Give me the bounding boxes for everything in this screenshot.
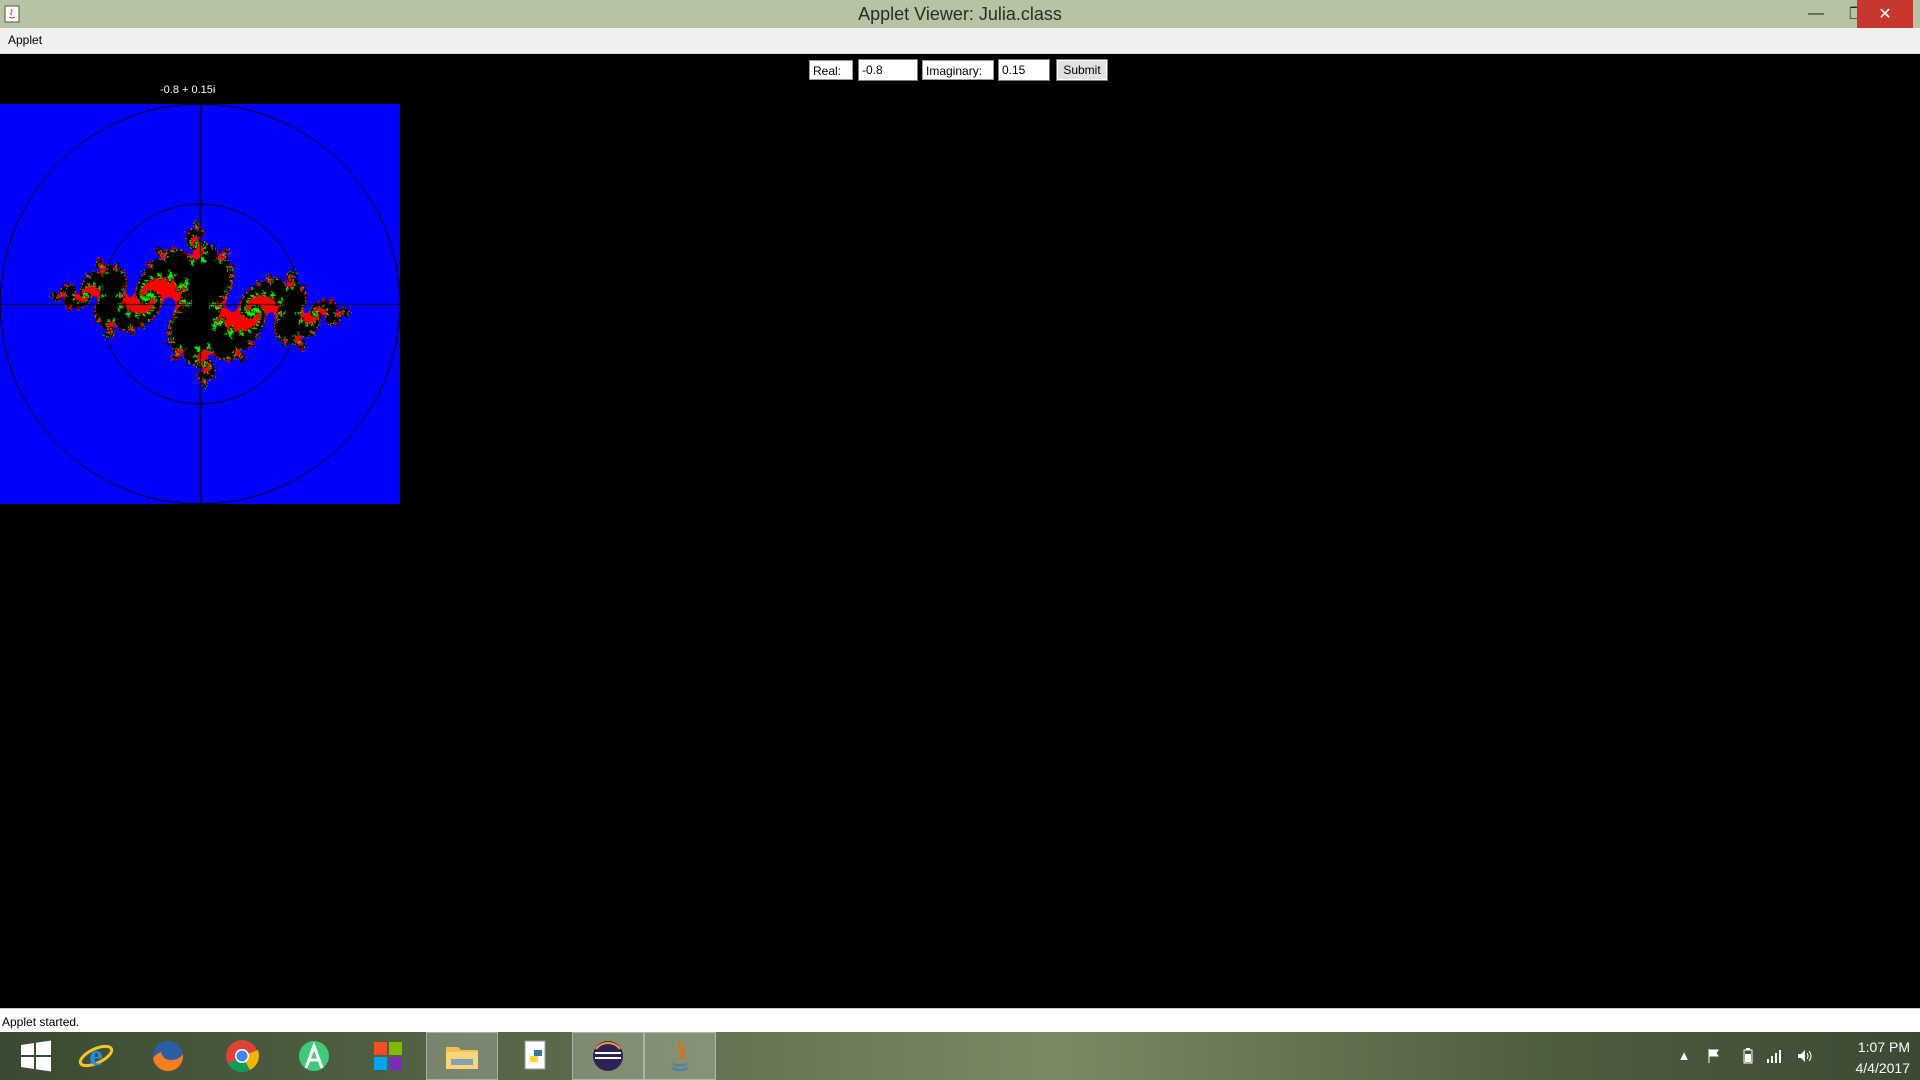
menu-bar: Applet [0,28,1920,54]
firefox-icon[interactable] [132,1032,204,1080]
internet-explorer-icon[interactable]: e [60,1032,132,1080]
java-icon[interactable] [644,1032,716,1080]
volume-icon[interactable] [1796,1048,1812,1064]
real-label: Real: [809,60,853,80]
clock-date[interactable]: 4/4/2017 [1820,1060,1911,1076]
clock-time[interactable]: 1:07 PM [1820,1039,1910,1055]
minimize-button[interactable]: — [1796,0,1836,28]
file-explorer-icon[interactable] [426,1032,498,1080]
windows-store-icon[interactable] [352,1032,424,1080]
chrome-icon[interactable] [206,1032,278,1080]
menu-applet[interactable]: Applet [8,33,42,47]
window-title: Applet Viewer: Julia.class [858,4,1062,24]
imaginary-label: Imaginary: [922,60,994,80]
close-button[interactable]: ✕ [1857,0,1913,28]
julia-set-image [0,104,400,504]
action-center-flag-icon[interactable] [1706,1048,1722,1064]
imaginary-input[interactable] [998,59,1050,81]
title-bar: Applet Viewer: Julia.class — ❐ ✕ [0,0,1920,28]
status-bar: Applet started. [0,1008,1920,1033]
submit-button[interactable]: Submit [1056,59,1108,81]
show-hidden-icons-icon[interactable]: ▲ [1676,1048,1692,1064]
android-studio-icon[interactable] [278,1032,350,1080]
status-text: Applet started. [2,1015,80,1029]
network-icon[interactable] [1766,1048,1782,1064]
eclipse-icon[interactable] [572,1032,644,1080]
real-input[interactable] [858,59,918,81]
python-icon[interactable] [500,1032,572,1080]
fractal-caption: -0.8 + 0.15i [160,84,216,96]
svg-text:e: e [89,1039,102,1072]
power-icon[interactable] [1740,1048,1756,1064]
taskbar: e ▲ [0,1032,1920,1080]
